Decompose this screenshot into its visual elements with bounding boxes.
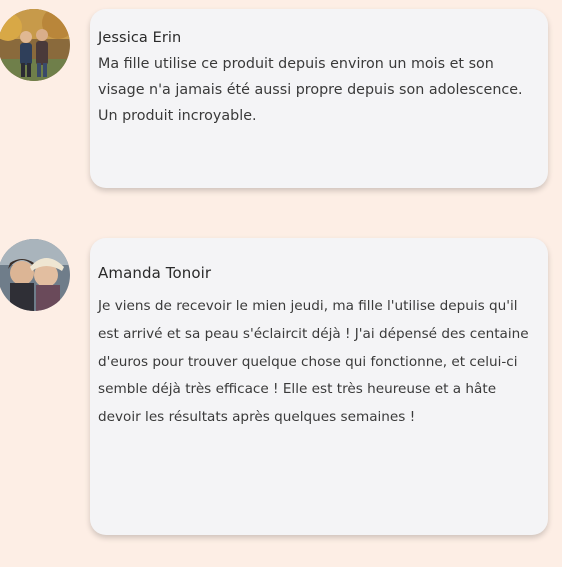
photo-avatar-icon xyxy=(0,9,70,81)
reviewer-name: Amanda Tonoir xyxy=(98,264,212,282)
reviewer-name: Jessica Erin xyxy=(98,30,182,46)
photo-avatar-icon xyxy=(0,239,70,311)
review-text: Ma fille utilise ce produit depuis envir… xyxy=(98,56,523,124)
reviewer-avatar xyxy=(0,239,70,311)
review-text: Je viens de recevoir le mien jeudi, ma f… xyxy=(98,298,529,426)
review-card: Jessica Erin Ma fille utilise ce produit… xyxy=(90,9,548,188)
reviewer-avatar xyxy=(0,9,70,81)
review-card: Amanda Tonoir Je viens de recevoir le mi… xyxy=(90,238,548,535)
reviews-section: Jessica Erin Ma fille utilise ce produit… xyxy=(0,0,562,567)
